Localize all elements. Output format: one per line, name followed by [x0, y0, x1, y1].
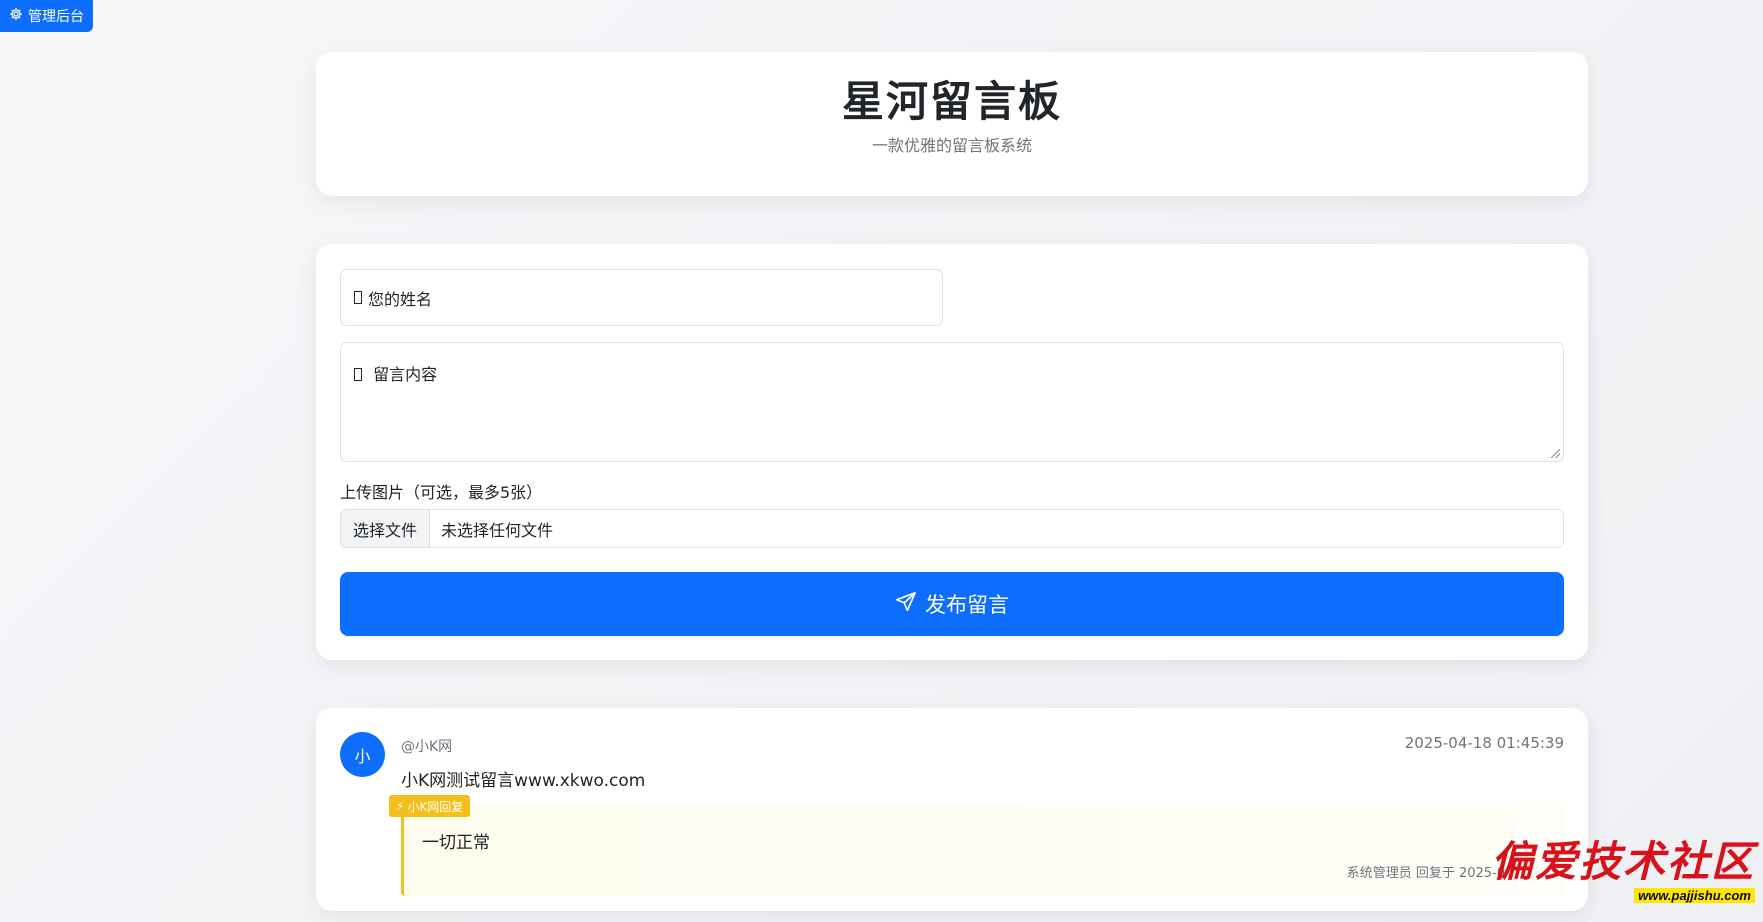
admin-button[interactable]: 管理后台: [0, 0, 93, 32]
avatar: 小: [340, 732, 385, 777]
watermark-text: 偏爱技术社区: [1490, 837, 1755, 886]
lightning-icon: ⚡: [396, 799, 405, 813]
choose-file-button[interactable]: 选择文件: [341, 510, 431, 547]
message-user: @小K网: [401, 739, 453, 755]
message-card: 小 @小K网 2025-04-18 01:45:39 小K网测试留言www.xk…: [316, 708, 1588, 911]
reply-text: 一切正常: [422, 833, 490, 853]
content-placeholder: 留言内容: [373, 365, 438, 384]
reply-meta: 系统管理员 回复于 2025-0: [1346, 866, 1505, 881]
placeholder-glyph-icon: [354, 291, 362, 304]
placeholder-glyph-icon: [354, 368, 362, 381]
admin-button-label: 管理后台: [28, 9, 84, 25]
resize-handle-icon[interactable]: [1551, 449, 1560, 458]
upload-label: 上传图片（可选，最多5张）: [340, 483, 543, 502]
message-time: 2025-04-18 01:45:39: [1404, 734, 1564, 752]
message-text: 小K网测试留言www.xkwo.com: [401, 771, 646, 791]
reply-badge-label: 小K网回复: [407, 799, 464, 814]
content-textarea[interactable]: 留言内容: [340, 342, 1564, 462]
send-icon: [895, 591, 917, 618]
watermark-url: www.pajjishu.com: [1634, 888, 1755, 903]
header-card: 星河留言板 一款优雅的留言板系统: [316, 52, 1588, 196]
gear-icon: [9, 7, 23, 25]
submit-label: 发布留言: [925, 593, 1009, 617]
page-subtitle: 一款优雅的留言板系统: [871, 136, 1032, 155]
file-status: 未选择任何文件: [441, 520, 554, 540]
name-input[interactable]: 您的姓名: [340, 269, 943, 326]
page-title: 星河留言板: [841, 77, 1062, 126]
watermark-logo: 偏爱技术社区 www.pajjishu.com: [1491, 839, 1755, 904]
submit-button[interactable]: 发布留言: [340, 572, 1564, 636]
message-form: 您的姓名 留言内容 上传图片（可选，最多5张） 选择文件 未选择任何文件 发布留…: [316, 244, 1588, 660]
reply-box: 一切正常 系统管理员 回复于 2025-0: [401, 806, 1565, 896]
reply-badge: ⚡ 小K网回复: [389, 795, 471, 817]
file-input[interactable]: 选择文件 未选择任何文件: [340, 509, 1564, 548]
name-placeholder: 您的姓名: [368, 289, 433, 309]
